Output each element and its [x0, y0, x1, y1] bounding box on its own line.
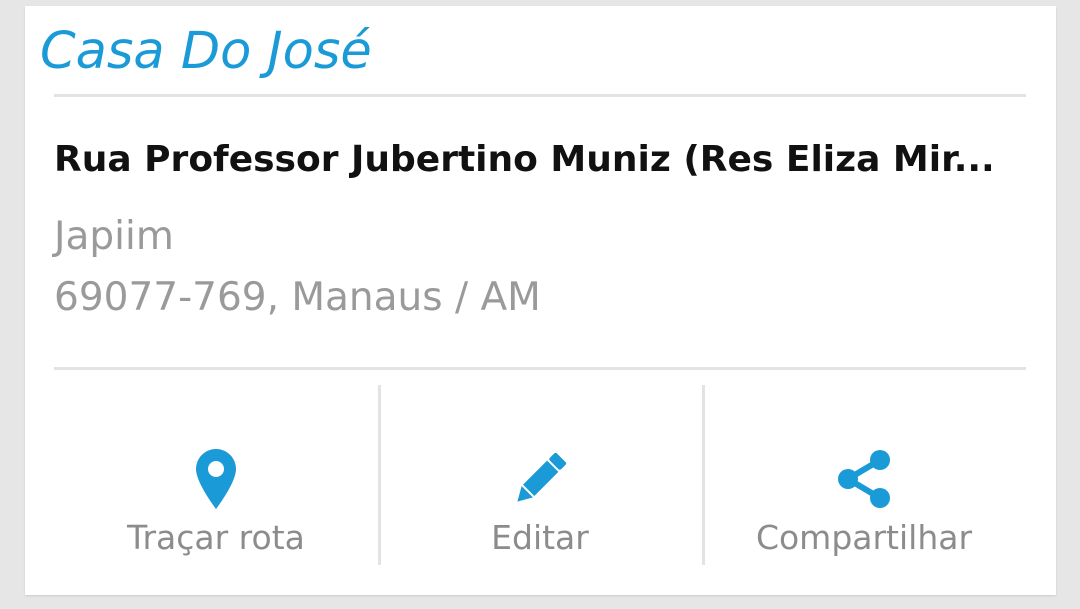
place-card: Casa Do José Rua Professor Jubertino Mun… [25, 6, 1056, 595]
pencil-icon [508, 447, 572, 511]
action-bar: Traçar rota Editar Compartilhar [54, 385, 1026, 565]
map-pin-icon [184, 447, 248, 511]
edit-button[interactable]: Editar [378, 385, 702, 565]
title-divider [54, 94, 1026, 97]
share-button-label: Compartilhar [755, 518, 973, 557]
actions-divider [54, 367, 1026, 370]
route-button-label: Traçar rota [127, 518, 305, 557]
street-address: Rua Professor Jubertino Muniz (Res Eliza… [54, 139, 995, 180]
district-text: Japiim [54, 214, 174, 259]
route-button[interactable]: Traçar rota [54, 385, 378, 565]
postal-city-text: 69077-769, Manaus / AM [54, 275, 541, 320]
edit-button-label: Editar [491, 518, 589, 557]
place-title: Casa Do José [40, 22, 372, 81]
share-icon [832, 447, 896, 511]
share-button[interactable]: Compartilhar [702, 385, 1026, 565]
